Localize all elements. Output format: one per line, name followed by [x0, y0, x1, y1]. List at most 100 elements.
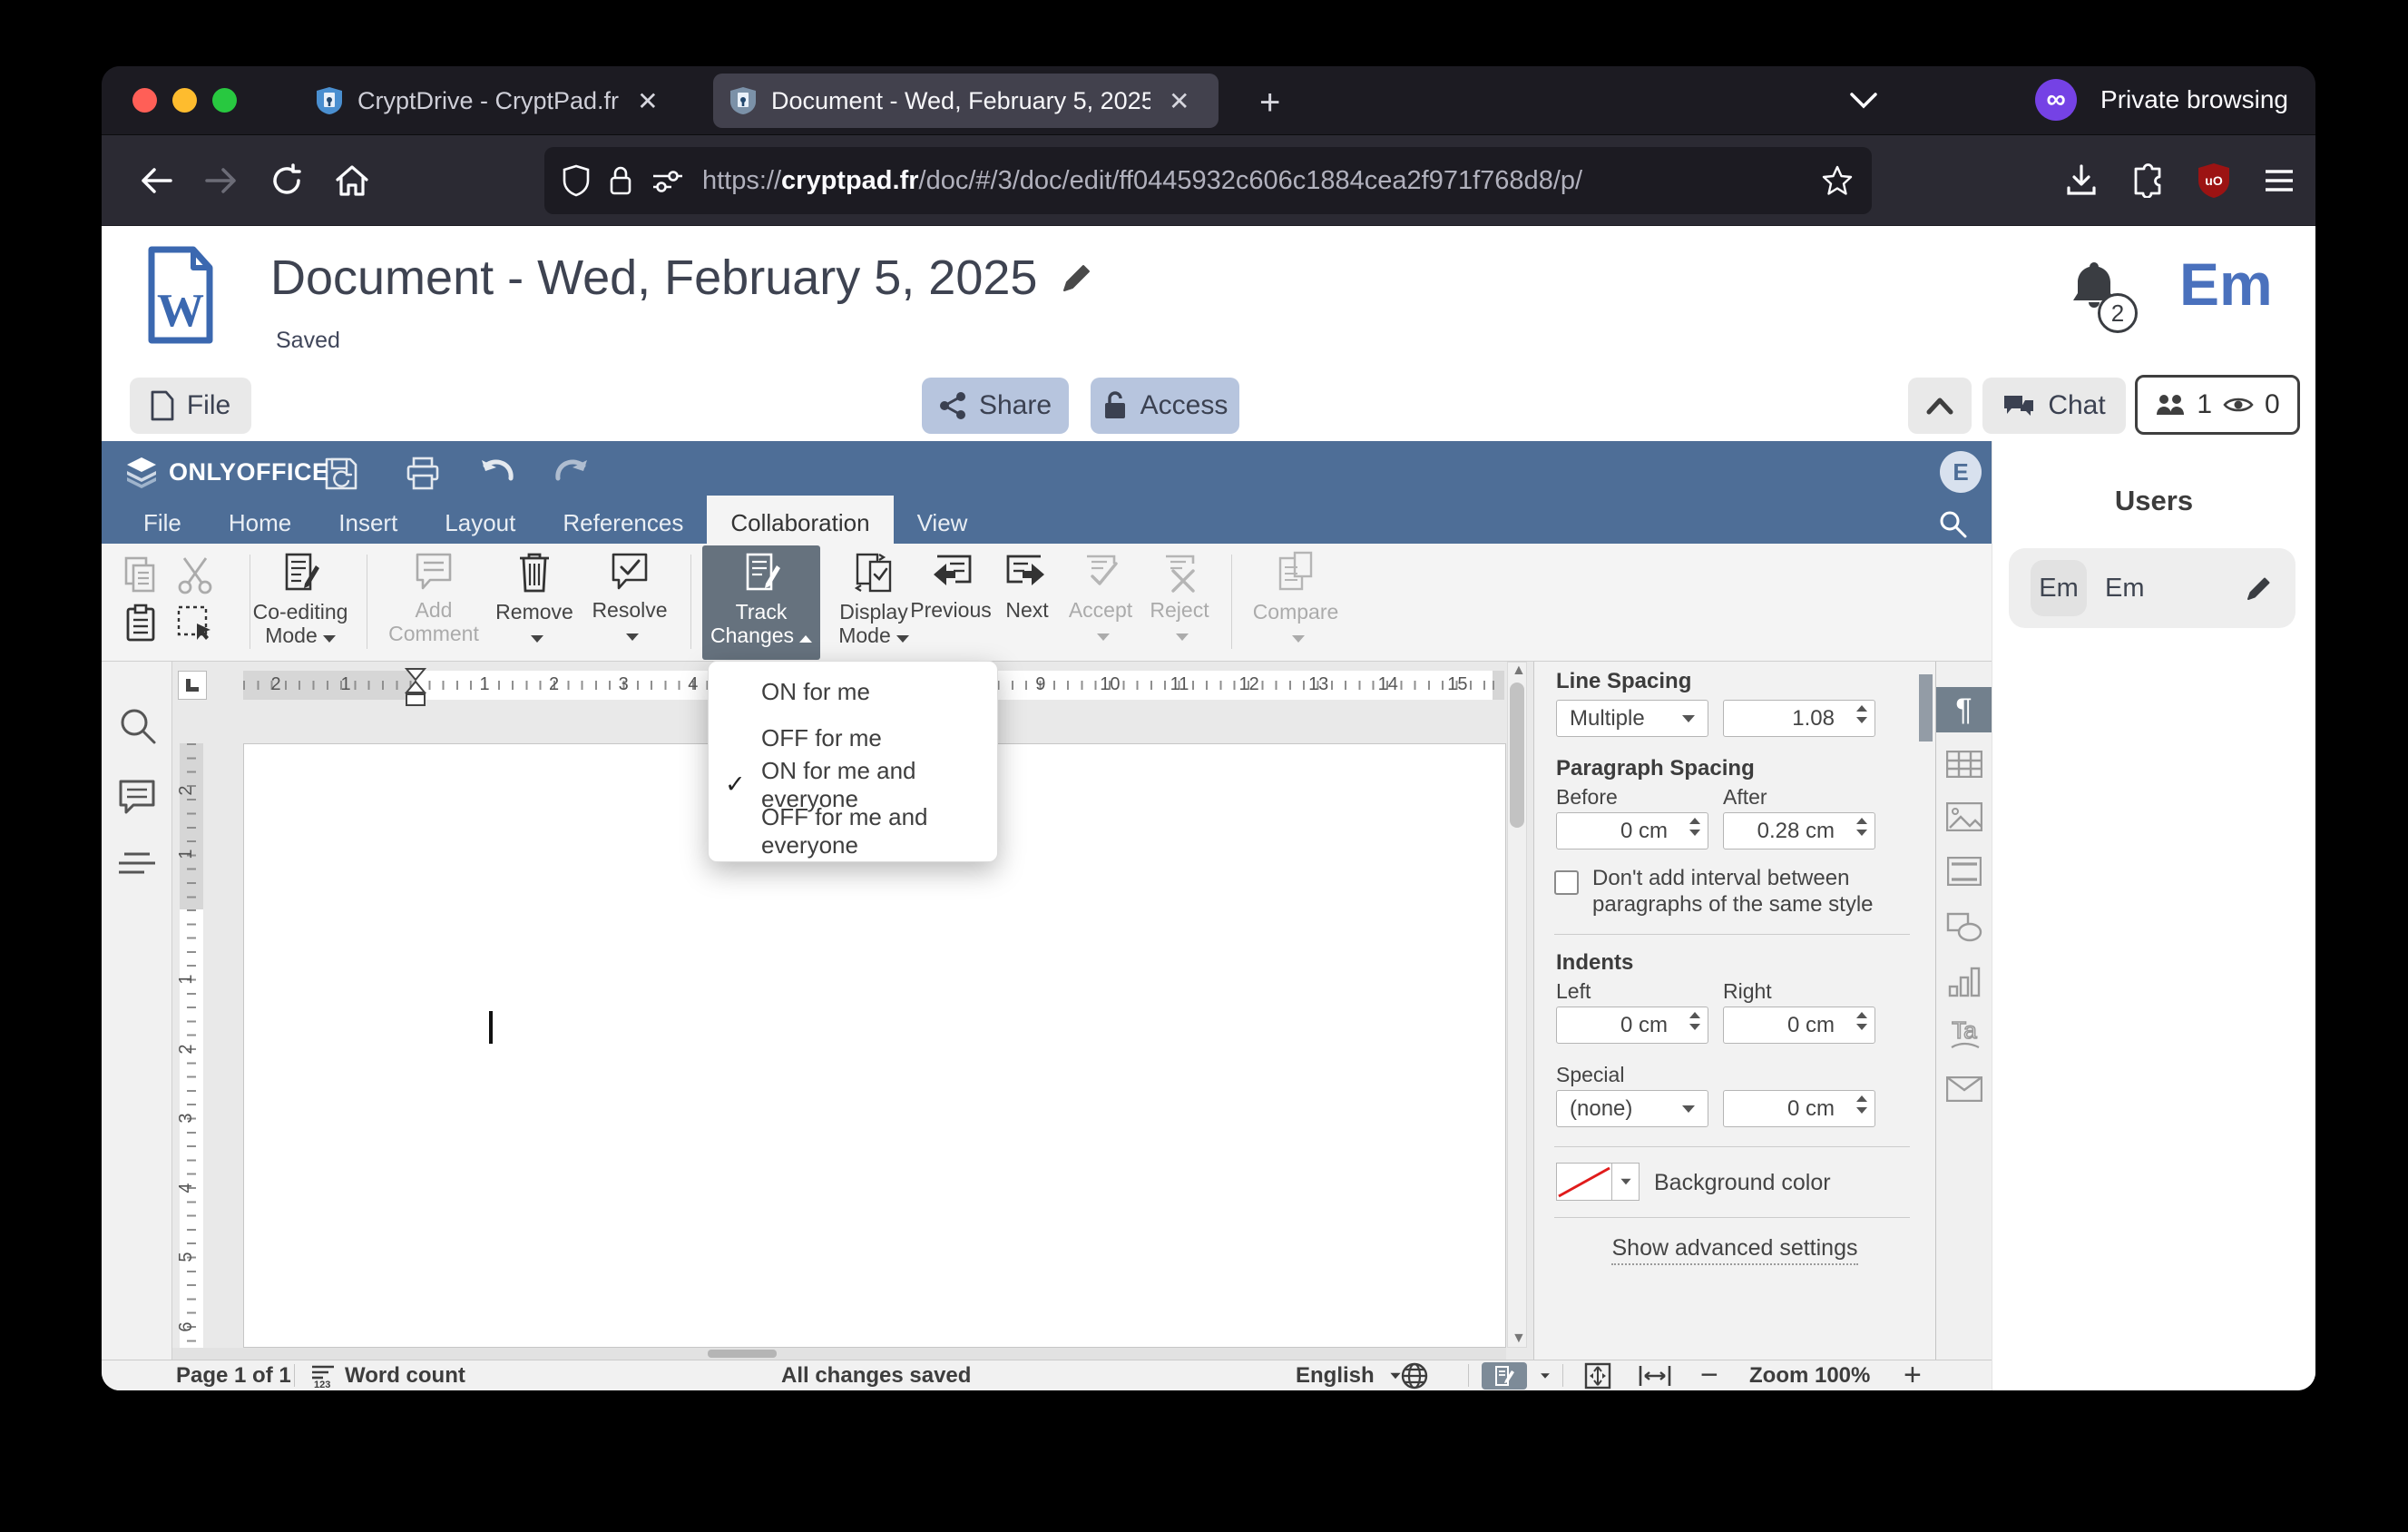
fit-page-icon[interactable]	[1584, 1360, 1611, 1390]
remove-comment-button[interactable]: Remove	[480, 545, 589, 660]
select-all-icon[interactable]	[175, 604, 215, 643]
oo-tab-file[interactable]: File	[120, 503, 205, 544]
share-button[interactable]: Share	[922, 378, 1069, 434]
chart-settings-icon[interactable]	[1936, 959, 1992, 1005]
bookmark-star-icon[interactable]	[1821, 164, 1854, 197]
coediting-mode-button[interactable]: Co-editing Mode	[240, 545, 360, 660]
downloads-icon[interactable]	[2052, 152, 2110, 210]
vertical-scrollbar[interactable]: ▲ ▼	[1507, 662, 1527, 1348]
compare-button[interactable]: Compare	[1247, 545, 1345, 660]
list-tabs-chevron-icon[interactable]	[1848, 90, 1879, 110]
indent-right-input[interactable]: 0 cm	[1723, 1007, 1875, 1044]
shape-settings-icon[interactable]	[1936, 905, 1992, 950]
oo-tab-home[interactable]: Home	[205, 503, 315, 544]
extensions-puzzle-icon[interactable]	[2119, 152, 2178, 210]
indent-left-input[interactable]: 0 cm	[1556, 1007, 1708, 1044]
special-indent-input[interactable]: 0 cm	[1723, 1090, 1875, 1127]
zoom-in-button[interactable]: +	[1904, 1358, 1922, 1390]
navigation-panel-icon[interactable]	[117, 849, 157, 881]
oo-tab-layout[interactable]: Layout	[421, 503, 539, 544]
copy-icon[interactable]	[121, 555, 161, 594]
new-tab-button[interactable]: +	[1259, 83, 1280, 123]
track-changes-toggle[interactable]	[1482, 1362, 1527, 1390]
language-selector[interactable]: English	[1296, 1360, 1402, 1390]
page-indicator[interactable]: Page 1 of 1	[176, 1360, 291, 1390]
word-count-button[interactable]: 123 Word count	[310, 1360, 465, 1390]
collapse-toolbar-button[interactable]	[1908, 378, 1972, 434]
edit-user-pencil-icon[interactable]	[2245, 574, 2274, 603]
panel-scrollbar-thumb[interactable]	[1919, 674, 1933, 741]
vertical-ruler[interactable]: 2 1 1 2 3 4 5 6	[176, 743, 203, 1348]
no-interval-checkbox[interactable]	[1554, 870, 1579, 895]
home-button[interactable]	[323, 152, 381, 210]
maximize-window-button[interactable]	[212, 88, 237, 113]
oo-tab-insert[interactable]: Insert	[315, 503, 421, 544]
special-indent-select[interactable]: (none)	[1556, 1090, 1708, 1127]
background-color-dropdown[interactable]	[1612, 1163, 1640, 1201]
document-title[interactable]: Document - Wed, February 5, 2025	[270, 250, 1037, 306]
next-change-button[interactable]: Next	[986, 545, 1068, 660]
image-settings-icon[interactable]	[1936, 794, 1992, 840]
accept-change-button[interactable]: Accept	[1057, 545, 1144, 660]
fit-width-icon[interactable]	[1639, 1360, 1671, 1390]
oo-tab-collaboration[interactable]: Collaboration	[707, 496, 894, 544]
mail-merge-settings-icon[interactable]	[1936, 1066, 1992, 1112]
find-search-icon[interactable]	[117, 705, 157, 745]
horizontal-scrollbar-thumb[interactable]	[708, 1350, 777, 1358]
tab-stop-selector[interactable]	[178, 671, 207, 700]
menu-item-off-for-me[interactable]: OFF for me	[709, 715, 997, 761]
undo-icon[interactable]	[475, 452, 519, 496]
paragraph-settings-icon[interactable]: ¶	[1936, 687, 1992, 732]
reload-button[interactable]	[258, 152, 316, 210]
search-icon[interactable]	[1937, 508, 1968, 539]
close-window-button[interactable]	[132, 88, 157, 113]
oo-tab-view[interactable]: View	[894, 503, 992, 544]
show-advanced-settings-link[interactable]: Show advanced settings	[1534, 1235, 1935, 1265]
line-spacing-select[interactable]: Multiple	[1556, 700, 1708, 737]
save-icon[interactable]	[319, 452, 363, 496]
tracking-protection-shield-icon[interactable]	[563, 164, 590, 197]
spellcheck-globe-icon[interactable]	[1401, 1360, 1428, 1390]
chat-button[interactable]: Chat	[1982, 378, 2126, 434]
file-menu-button[interactable]: File	[130, 378, 251, 434]
track-toggle-chevron-icon[interactable]	[1533, 1360, 1551, 1390]
lock-icon[interactable]	[608, 164, 633, 197]
track-changes-button[interactable]: Track Changes	[702, 545, 820, 660]
tab-cryptdrive[interactable]: CryptDrive - CryptPad.fr ✕	[299, 74, 726, 128]
menu-hamburger-icon[interactable]	[2250, 152, 2308, 210]
resolve-comment-button[interactable]: Resolve	[575, 545, 684, 660]
menu-item-on-for-me[interactable]: ON for me	[709, 669, 997, 715]
paste-icon[interactable]	[121, 604, 161, 643]
back-button[interactable]	[127, 152, 185, 210]
tab-document-active[interactable]: Document - Wed, February 5, 2025 ✕	[713, 74, 1219, 128]
permissions-icon[interactable]	[651, 167, 684, 194]
edit-title-pencil-icon[interactable]	[1061, 261, 1093, 294]
spacing-after-input[interactable]: 0.28 cm	[1723, 812, 1875, 849]
url-text[interactable]: https://cryptpad.fr/doc/#/3/doc/edit/ff0…	[702, 166, 1821, 196]
participants-indicator[interactable]: 1 0	[2135, 375, 2300, 435]
account-avatar[interactable]: Em	[2179, 250, 2273, 319]
spacing-before-input[interactable]: 0 cm	[1556, 812, 1708, 849]
url-bar[interactable]: https://cryptpad.fr/doc/#/3/doc/edit/ff0…	[544, 147, 1872, 214]
indent-marker[interactable]	[405, 667, 426, 714]
onlyoffice-user-avatar[interactable]: E	[1940, 451, 1982, 493]
print-icon[interactable]	[401, 452, 445, 496]
header-footer-settings-icon[interactable]	[1936, 849, 1992, 894]
forward-button[interactable]	[192, 152, 250, 210]
horizontal-scrollbar[interactable]	[172, 1348, 1506, 1360]
menu-item-off-for-me-and-everyone[interactable]: OFF for me and everyone	[709, 803, 997, 859]
redo-icon[interactable]	[550, 452, 593, 496]
tab-close-icon[interactable]: ✕	[1169, 86, 1189, 116]
reject-change-button[interactable]: Reject	[1136, 545, 1223, 660]
ublock-origin-icon[interactable]: uO	[2185, 152, 2243, 210]
table-settings-icon[interactable]	[1936, 741, 1992, 787]
background-color-swatch[interactable]	[1556, 1163, 1612, 1201]
textart-settings-icon[interactable]: Ta	[1936, 1012, 1992, 1057]
access-button[interactable]: Access	[1091, 378, 1239, 434]
user-list-item[interactable]: Em Em	[2009, 548, 2295, 628]
zoom-level[interactable]: Zoom 100%	[1749, 1360, 1870, 1390]
add-comment-button[interactable]: Add Comment	[374, 545, 494, 660]
comments-panel-icon[interactable]	[117, 778, 157, 816]
oo-tab-references[interactable]: References	[539, 503, 707, 544]
line-spacing-value-input[interactable]: 1.08	[1723, 700, 1875, 737]
